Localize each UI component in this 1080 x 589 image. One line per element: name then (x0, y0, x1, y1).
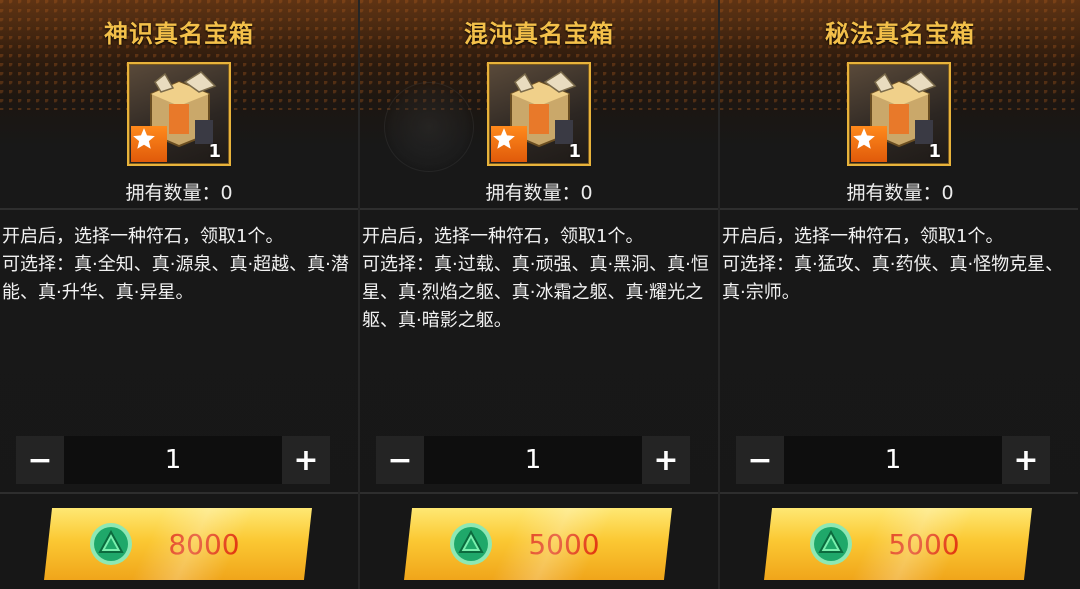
divider (0, 208, 358, 210)
owned-label: 拥有数量： (485, 182, 581, 204)
plus-button[interactable]: + (282, 436, 330, 484)
quantity-stepper: − 1 + (376, 436, 690, 484)
faded-circle-overlay (384, 82, 474, 172)
divider (720, 208, 1078, 210)
desc-line: 开启后，选择一种符石，领取1个。 (362, 226, 644, 247)
panel-title: 秘法真名宝箱 (825, 20, 975, 48)
chest-description: 开启后，选择一种符石，领取1个。 可选择：真·全知、真·源泉、真·超越、真·潜能… (2, 223, 354, 307)
owned-count: 0 (941, 182, 954, 204)
buy-button[interactable]: 5000 (764, 508, 1032, 580)
quantity-stepper: − 1 + (16, 436, 330, 484)
minus-button[interactable]: − (376, 436, 424, 484)
desc-line: 可选择：真·猛攻、真·药侠、真·怪物克星、真·宗师。 (722, 254, 1064, 303)
buy-button[interactable]: 8000 (44, 508, 312, 580)
desc-line: 可选择：真·全知、真·源泉、真·超越、真·潜能、真·升华、真·异星。 (2, 254, 349, 303)
quantity-value[interactable]: 1 (424, 436, 642, 484)
owned-count: 0 (580, 182, 593, 204)
green-gem-icon (810, 523, 852, 565)
star-badge (851, 126, 887, 162)
shop-panels: 神识真名宝箱 1 拥有数量：0 开启后，选择一种符石，领取1个。 可选择：真·全… (0, 0, 1080, 589)
plus-button[interactable]: + (1002, 436, 1050, 484)
green-gem-icon (90, 523, 132, 565)
star-badge (491, 126, 527, 162)
divider (720, 492, 1078, 494)
star-icon (853, 128, 875, 149)
star-icon (493, 128, 515, 149)
desc-line: 可选择：真·过载、真·顽强、真·黑洞、真·恒星、真·烈焰之躯、真·冰霜之躯、真·… (362, 254, 709, 331)
owned-label: 拥有数量： (125, 182, 221, 204)
divider (360, 492, 718, 494)
panel-title: 混沌真名宝箱 (464, 20, 614, 48)
price-value: 8000 (168, 527, 240, 561)
quantity-value[interactable]: 1 (64, 436, 282, 484)
plus-button[interactable]: + (642, 436, 690, 484)
price-value: 5000 (888, 527, 960, 561)
desc-line: 开启后，选择一种符石，领取1个。 (722, 226, 1004, 247)
chest-panel-shenshi: 神识真名宝箱 1 拥有数量：0 开启后，选择一种符石，领取1个。 可选择：真·全… (0, 0, 360, 589)
owned-count-row: 拥有数量：0 (720, 178, 1080, 205)
item-stack-count: 1 (208, 141, 221, 162)
chest-item-slot[interactable]: 1 (127, 62, 231, 166)
quantity-stepper: − 1 + (736, 436, 1050, 484)
green-gem-icon (450, 523, 492, 565)
item-stack-count: 1 (928, 141, 941, 162)
owned-count-row: 拥有数量：0 (360, 178, 718, 205)
quantity-value[interactable]: 1 (784, 436, 1002, 484)
chest-description: 开启后，选择一种符石，领取1个。 可选择：真·猛攻、真·药侠、真·怪物克星、真·… (722, 223, 1074, 307)
divider (360, 208, 718, 210)
minus-button[interactable]: − (736, 436, 784, 484)
star-badge (131, 126, 167, 162)
item-stack-count: 1 (568, 141, 581, 162)
price-value: 5000 (528, 527, 600, 561)
chest-item-slot[interactable]: 1 (847, 62, 951, 166)
chest-panel-mifa: 秘法真名宝箱 1 拥有数量：0 开启后，选择一种符石，领取1个。 可选择：真·猛… (720, 0, 1080, 589)
star-icon (133, 128, 155, 149)
chest-item-slot[interactable]: 1 (487, 62, 591, 166)
owned-count: 0 (220, 182, 233, 204)
chest-description: 开启后，选择一种符石，领取1个。 可选择：真·过载、真·顽强、真·黑洞、真·恒星… (362, 223, 714, 335)
desc-line: 开启后，选择一种符石，领取1个。 (2, 226, 284, 247)
panel-title: 神识真名宝箱 (104, 20, 254, 48)
owned-label: 拥有数量： (846, 182, 942, 204)
chest-panel-hundun: 混沌真名宝箱 1 拥有数量：0 开启后，选择一种符石，领取1个。 可选择：真·过… (360, 0, 720, 589)
owned-count-row: 拥有数量：0 (0, 178, 358, 205)
divider (0, 492, 358, 494)
minus-button[interactable]: − (16, 436, 64, 484)
buy-button[interactable]: 5000 (404, 508, 672, 580)
